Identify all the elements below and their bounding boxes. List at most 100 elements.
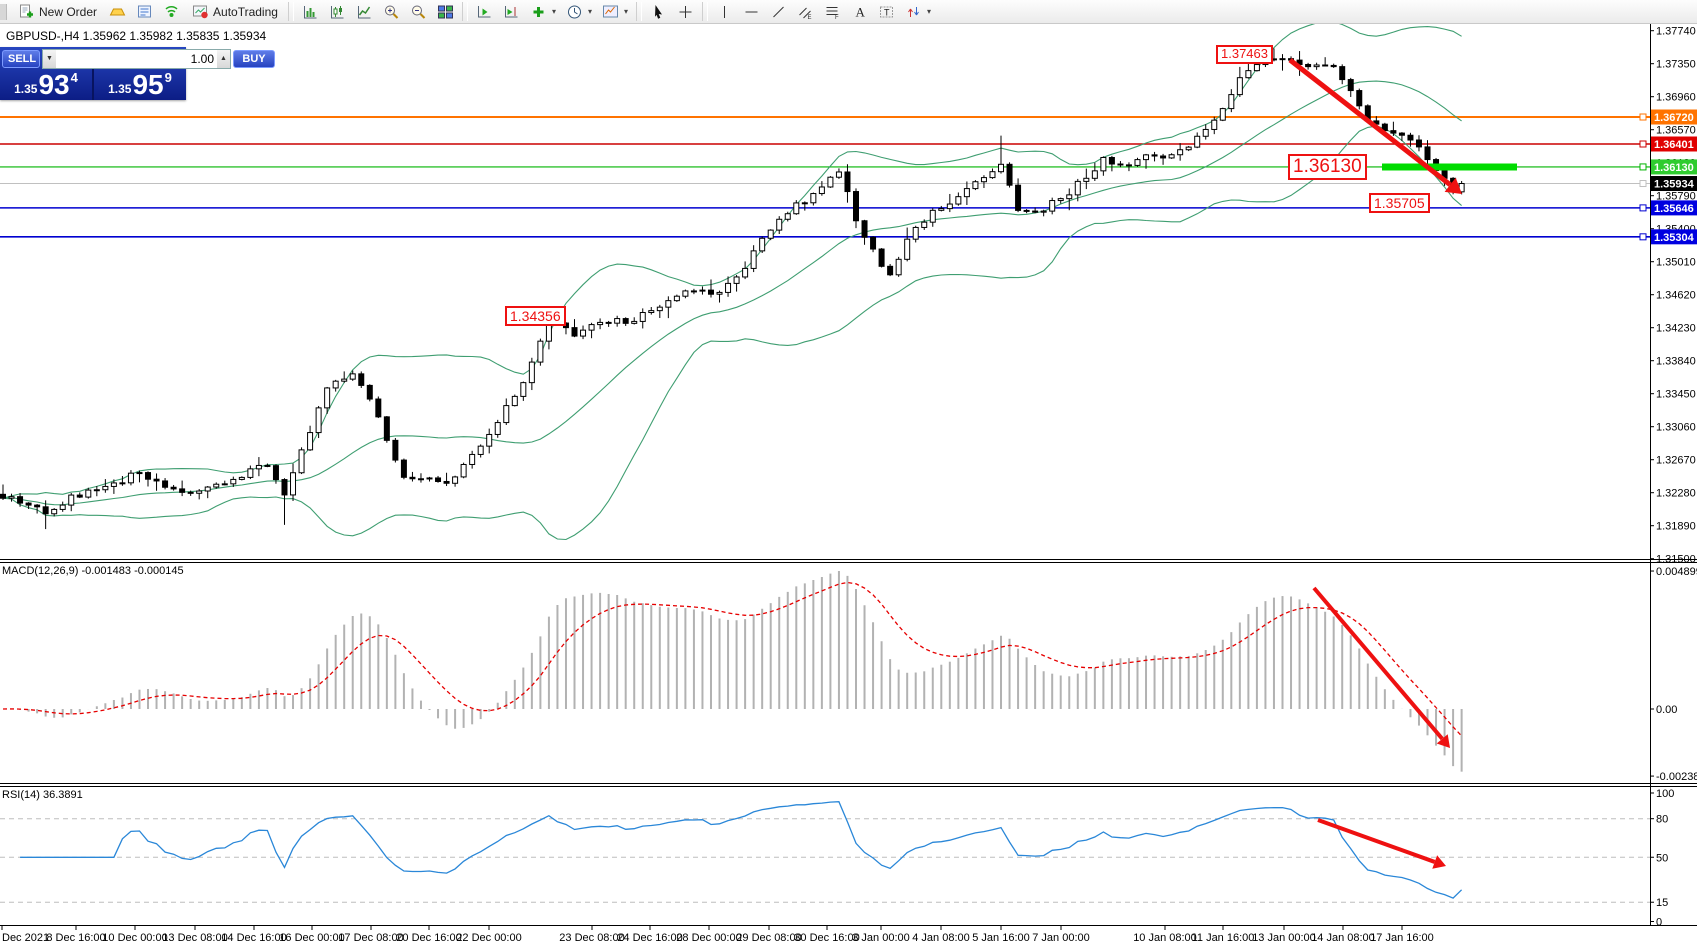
hline-handle[interactable] (1640, 164, 1646, 170)
indicators-button[interactable]: ▾ (525, 2, 561, 22)
volume-decrease-button[interactable]: ▼ (43, 50, 56, 68)
svg-text:1.36401: 1.36401 (1654, 139, 1694, 151)
equidistant-channel-button[interactable]: E (792, 2, 819, 22)
svg-text:1.37740: 1.37740 (1656, 26, 1696, 38)
candle-body (589, 325, 594, 331)
candle-body (785, 214, 790, 220)
expert-advisor-icon (136, 4, 153, 20)
svg-text:22 Dec 00:00: 22 Dec 00:00 (456, 932, 521, 944)
candle-body (94, 490, 99, 491)
hline-handle[interactable] (1640, 181, 1646, 187)
hline-handle[interactable] (1640, 205, 1646, 211)
candle-body (427, 478, 432, 479)
sell-price[interactable]: 1.35934 (0, 69, 92, 100)
buy-price[interactable]: 1.35959 (94, 69, 186, 100)
signals-button[interactable] (158, 2, 185, 22)
candle-body (512, 396, 517, 405)
candle-body (163, 481, 168, 487)
candle-body (316, 408, 321, 433)
candle-body (956, 197, 961, 204)
svg-text:3 Jan 00:00: 3 Jan 00:00 (852, 932, 910, 944)
candle-body (1152, 155, 1157, 156)
vertical-line-button[interactable] (711, 2, 738, 22)
svg-text:1.35646: 1.35646 (1654, 203, 1694, 215)
buy-button[interactable]: BUY (233, 50, 275, 68)
expert-advisors-button[interactable] (131, 2, 158, 22)
candle-body (77, 495, 82, 497)
candle-body (444, 481, 449, 483)
toolbar-separator (288, 2, 294, 21)
candle-body (640, 313, 645, 322)
text-label-icon: T (878, 4, 895, 20)
zoom-in-button[interactable] (378, 2, 405, 22)
arrows-button[interactable]: ▾ (900, 2, 936, 22)
svg-text:24 Dec 16:00: 24 Dec 16:00 (617, 932, 682, 944)
candle-body (1246, 71, 1251, 78)
candle-body (265, 465, 270, 466)
line-chart-button[interactable] (351, 2, 378, 22)
candle-body (1203, 129, 1208, 136)
candle-body (410, 477, 415, 478)
svg-text:Dec 2021: Dec 2021 (2, 932, 49, 944)
candle-body (342, 379, 347, 381)
volume-increase-button[interactable]: ▲ (217, 50, 230, 68)
svg-text:1.36960: 1.36960 (1656, 92, 1696, 104)
gold-button[interactable] (104, 2, 131, 22)
caret-up-icon: ▲ (220, 55, 227, 62)
horizontal-line-button[interactable] (738, 2, 765, 22)
templates-button[interactable]: ▾ (597, 2, 633, 22)
cursor-button[interactable] (645, 2, 672, 22)
candle-body (521, 383, 526, 397)
trendline-button[interactable] (765, 2, 792, 22)
chart-shift-button[interactable] (498, 2, 525, 22)
candle-body (197, 491, 202, 493)
candle-body (845, 172, 850, 192)
candle-body (717, 292, 722, 294)
candle-body (171, 487, 176, 489)
candle-body (606, 322, 611, 323)
candle-body (401, 460, 406, 477)
candle-body (981, 178, 986, 182)
candle-body (1135, 160, 1140, 166)
tile-windows-button[interactable] (432, 2, 459, 22)
svg-text:1.32670: 1.32670 (1656, 455, 1696, 467)
candle-body (1, 494, 6, 498)
crosshair-button[interactable] (672, 2, 699, 22)
zoom-out-button[interactable] (405, 2, 432, 22)
candle-body (1024, 210, 1029, 211)
text-label-button[interactable]: T (873, 2, 900, 22)
hline-handle[interactable] (1640, 114, 1646, 120)
candle-body (52, 509, 57, 513)
svg-text:100: 100 (1656, 788, 1674, 800)
svg-text:14 Dec 16:00: 14 Dec 16:00 (221, 932, 286, 944)
bar-chart-button[interactable] (297, 2, 324, 22)
auto-scroll-button[interactable] (471, 2, 498, 22)
chart-canvas[interactable]: 1.377401.373501.369601.365701.361801.357… (0, 0, 1697, 947)
fibonacci-button[interactable]: F (819, 2, 846, 22)
candle-body (120, 483, 125, 484)
candle-body (453, 477, 458, 483)
price-annotation-label[interactable]: 1.37463 (1216, 45, 1273, 64)
candle-body (743, 268, 748, 277)
autotrading-button[interactable]: AutoTrading (185, 2, 285, 22)
price-annotation-label[interactable]: 1.35705 (1369, 193, 1430, 213)
candlestick-chart-button[interactable] (324, 2, 351, 22)
candle-body (854, 192, 859, 221)
candle-body (1161, 156, 1166, 158)
periods-button[interactable]: ▾ (561, 2, 597, 22)
volume-input[interactable] (56, 50, 217, 68)
price-annotation-label[interactable]: 1.36130 (1288, 154, 1367, 180)
candle-body (538, 341, 543, 362)
svg-text:0.00: 0.00 (1656, 704, 1677, 716)
price-annotation-label[interactable]: 1.34356 (505, 306, 566, 326)
svg-text:1.36720: 1.36720 (1654, 112, 1694, 124)
candle-body (657, 307, 662, 310)
new-order-button[interactable]: New Order (11, 2, 104, 22)
text-button[interactable]: A (846, 2, 873, 22)
highlight-level-bar[interactable] (1382, 164, 1517, 171)
hline-handle[interactable] (1640, 141, 1646, 147)
hline-handle[interactable] (1640, 234, 1646, 240)
sell-button[interactable]: SELL (2, 50, 40, 68)
candle-body (999, 164, 1004, 171)
candle-body (1323, 65, 1328, 66)
